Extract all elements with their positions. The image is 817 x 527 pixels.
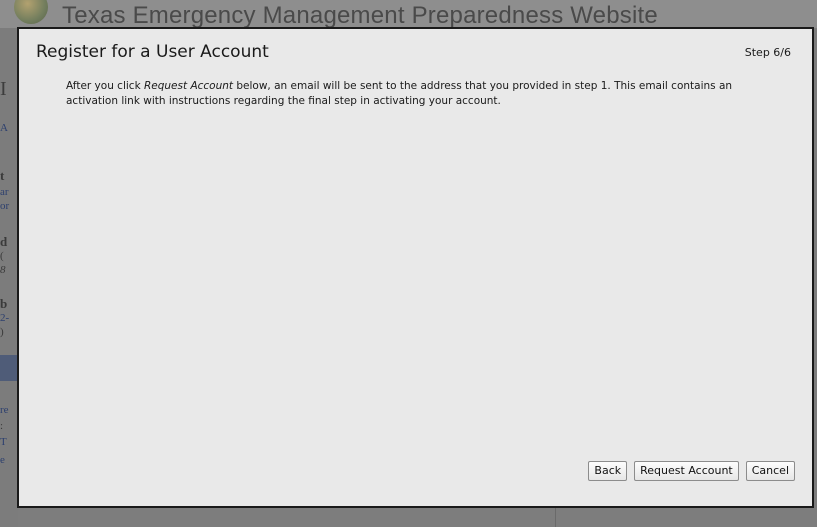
bg-link-fragment[interactable]: ar — [0, 186, 9, 198]
bg-divider — [555, 508, 556, 527]
bg-link-fragment[interactable]: 2- — [0, 312, 9, 324]
message-emphasis: Request Account — [143, 80, 234, 92]
site-title: Texas Emergency Management Preparedness … — [62, 2, 658, 29]
dialog-message: After you click Request Account below, a… — [66, 79, 786, 109]
message-text-prefix: After you click — [66, 80, 144, 92]
back-button[interactable]: Back — [588, 461, 628, 481]
site-logo — [14, 0, 48, 24]
bg-link-fragment[interactable]: re — [0, 404, 9, 416]
dialog-buttons: Back Request Account Cancel — [588, 461, 795, 481]
bg-text-fragment: b — [0, 296, 8, 311]
bg-link-fragment[interactable]: A — [0, 122, 8, 134]
step-indicator: Step 6/6 — [744, 46, 791, 59]
bg-text-fragment: d — [0, 234, 8, 249]
bg-text-fragment: 8 — [0, 264, 6, 276]
bg-link-fragment[interactable]: T — [0, 436, 7, 448]
bg-link-fragment[interactable]: e — [0, 454, 5, 466]
site-header: Texas Emergency Management Preparedness … — [0, 0, 817, 28]
request-account-button[interactable]: Request Account — [634, 461, 739, 481]
bg-text-fragment: : — [0, 420, 4, 432]
bg-text-fragment: t — [0, 168, 5, 183]
cancel-button[interactable]: Cancel — [745, 461, 795, 481]
bg-text-fragment: I — [0, 78, 7, 100]
bg-text-fragment: ) — [0, 326, 4, 338]
bg-link-fragment[interactable]: or — [0, 200, 9, 212]
dialog-title: Register for a User Account — [36, 42, 269, 62]
register-dialog: Register for a User Account Step 6/6 Aft… — [17, 27, 814, 508]
background-left-column — [0, 28, 18, 527]
bg-nav-bar — [0, 355, 18, 381]
bg-text-fragment: ( — [0, 250, 4, 262]
